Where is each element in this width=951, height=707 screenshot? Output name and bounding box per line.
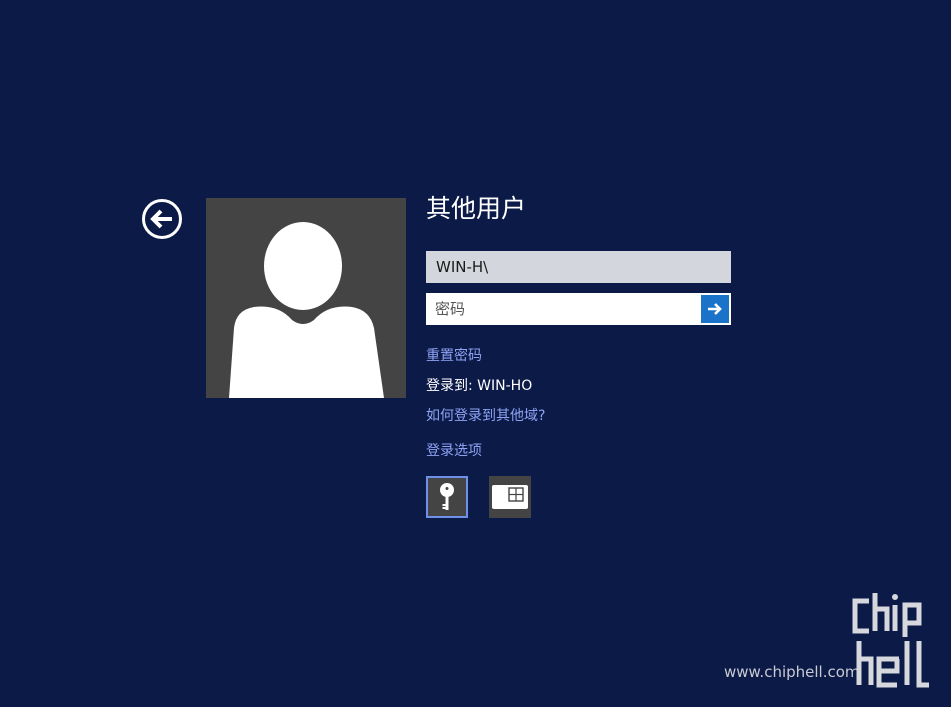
page-title: 其他用户 [426, 194, 527, 223]
password-option-button[interactable] [426, 476, 468, 518]
chiphell-logo [851, 593, 941, 688]
username-field[interactable]: WIN-H\ [426, 251, 731, 283]
arrow-right-icon [708, 303, 722, 315]
smart-card-option-button[interactable] [489, 476, 531, 518]
back-button[interactable] [141, 198, 183, 240]
other-domain-link[interactable]: 如何登录到其他域? [426, 405, 545, 425]
watermark-url: www.chiphell.com [724, 663, 860, 681]
submit-button[interactable] [701, 295, 729, 323]
user-silhouette-icon [229, 222, 384, 398]
reset-password-link[interactable]: 重置密码 [426, 345, 482, 365]
sign-in-options-link[interactable]: 登录选项 [426, 440, 482, 460]
smart-card-icon [492, 485, 528, 509]
back-arrow-icon [142, 199, 182, 239]
password-field-container [426, 293, 731, 325]
user-avatar [206, 198, 406, 398]
password-input[interactable] [427, 294, 699, 324]
sign-in-to-label: 登录到: WIN-HO [426, 378, 533, 394]
key-icon [440, 483, 454, 510]
